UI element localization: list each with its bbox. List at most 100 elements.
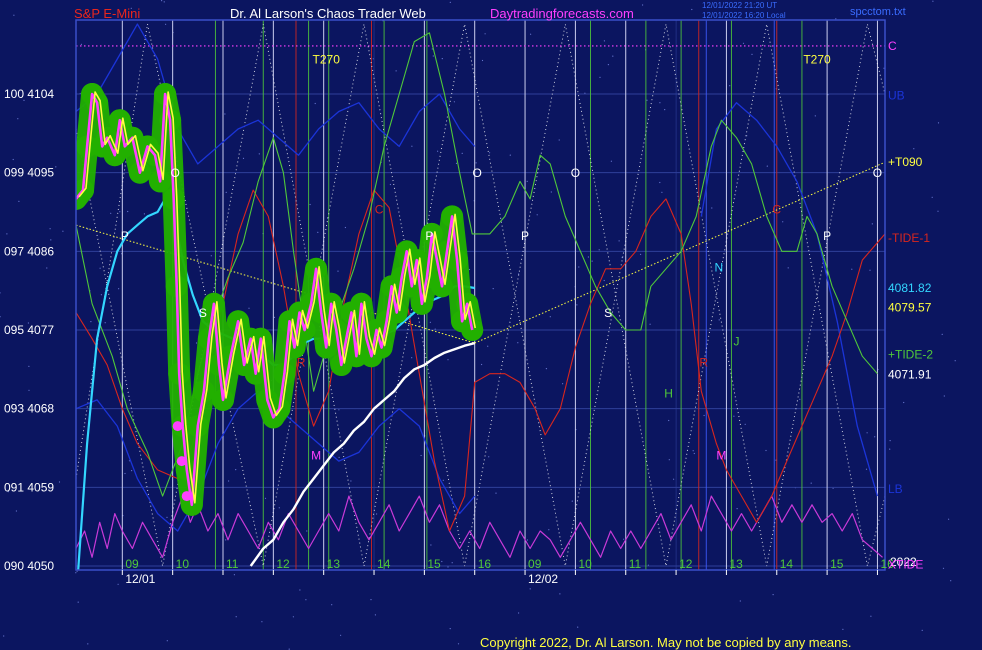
background-dot	[889, 440, 891, 442]
background-dot	[46, 267, 48, 269]
background-dot	[299, 589, 301, 591]
chart-marker: R	[297, 356, 306, 370]
background-dot	[711, 207, 713, 209]
background-dot	[577, 626, 579, 628]
background-dot	[603, 40, 606, 42]
x-tick-label: 11	[226, 557, 239, 571]
background-dot	[703, 414, 705, 417]
background-dot	[411, 357, 413, 359]
background-dot	[317, 231, 319, 233]
background-dot	[530, 33, 532, 35]
y-tick-label: 093 4068	[4, 402, 54, 416]
background-dot	[420, 454, 422, 457]
chart-marker: M	[716, 448, 726, 462]
background-dot	[913, 148, 915, 150]
background-dot	[659, 102, 661, 104]
background-dot	[950, 580, 952, 582]
chart-marker: R	[699, 356, 708, 370]
y-tick-label: 095 4077	[4, 323, 54, 337]
background-dot	[587, 256, 590, 258]
background-dot	[210, 255, 212, 257]
background-dot	[350, 480, 352, 482]
background-dot	[526, 539, 529, 541]
background-dot	[18, 200, 20, 202]
background-dot	[437, 150, 439, 152]
background-dot	[233, 574, 235, 576]
chart-canvas: T270 T270 O O O O P P P P C C S S N J R R H M M 100 4104 099 …	[0, 0, 982, 650]
background-dot	[225, 539, 227, 541]
background-dot	[871, 223, 873, 225]
background-dot	[165, 23, 167, 25]
y-tick-label: 097 4086	[4, 244, 54, 258]
background-dot	[733, 415, 735, 417]
background-dot	[866, 432, 868, 434]
background-dot	[481, 59, 484, 62]
background-dot	[453, 101, 455, 103]
background-dot	[110, 212, 112, 214]
background-dot	[338, 456, 340, 458]
background-dot	[273, 316, 276, 318]
right-label: 4081.82	[888, 281, 932, 295]
background-dot	[461, 152, 463, 154]
background-dot	[468, 268, 470, 271]
background-dot	[309, 203, 311, 206]
site-url[interactable]: Daytradingforecasts.com	[490, 6, 634, 21]
background-dot	[943, 395, 945, 397]
background-dot	[529, 588, 531, 590]
background-dot	[481, 363, 483, 366]
background-dot	[931, 196, 933, 198]
right-label: +T090	[888, 155, 923, 169]
right-label: C	[888, 39, 897, 53]
background-dot	[163, 1, 165, 3]
price-low-dot	[172, 421, 183, 432]
background-dot	[661, 191, 663, 193]
background-dot	[117, 583, 119, 585]
background-dot	[559, 593, 561, 595]
x-tick-label: 12	[679, 557, 693, 571]
chart-marker: P	[425, 229, 433, 243]
background-dot	[545, 368, 548, 370]
x-tick-label: 15	[830, 557, 844, 571]
background-dot	[571, 500, 573, 502]
background-dot	[932, 0, 934, 2]
background-dot	[799, 398, 801, 400]
background-dot	[242, 157, 245, 159]
background-dot	[432, 55, 434, 57]
background-dot	[475, 162, 477, 164]
x-tick-label: 09	[528, 557, 542, 571]
background-dot	[143, 213, 145, 215]
y-tick-label: 099 4095	[4, 166, 54, 180]
x-tick-label: 09	[125, 557, 139, 571]
background-dot	[75, 572, 77, 574]
background-dot	[941, 333, 943, 335]
background-dot	[15, 510, 17, 512]
background-dot	[447, 359, 449, 361]
x-tick-label: 13	[327, 557, 341, 571]
background-dot	[576, 304, 578, 306]
background-dot	[889, 448, 891, 450]
y-tick-label: 091 4059	[4, 480, 54, 494]
background-dot	[937, 122, 940, 124]
background-dot	[765, 449, 767, 452]
background-dot	[739, 600, 741, 602]
background-dot	[751, 53, 753, 56]
chart-marker: O	[171, 166, 180, 180]
background-dot	[292, 616, 294, 618]
x-tick-label: 10	[578, 557, 592, 571]
background-dot	[691, 8, 693, 11]
background-dot	[509, 154, 511, 156]
background-dot	[340, 634, 342, 636]
background-dot	[693, 452, 695, 455]
chart-marker: S	[604, 306, 612, 320]
background-dot	[618, 240, 620, 242]
background-dot	[376, 513, 378, 515]
background-dot	[195, 342, 198, 344]
background-dot	[258, 153, 260, 155]
background-dot	[447, 566, 449, 568]
timestamp-utc: 12/01/2022 21:20 UT	[702, 1, 777, 10]
background-dot	[558, 139, 560, 141]
background-dot	[12, 158, 14, 161]
background-dot	[261, 621, 263, 623]
background-dot	[623, 538, 625, 540]
background-dot	[314, 102, 316, 105]
